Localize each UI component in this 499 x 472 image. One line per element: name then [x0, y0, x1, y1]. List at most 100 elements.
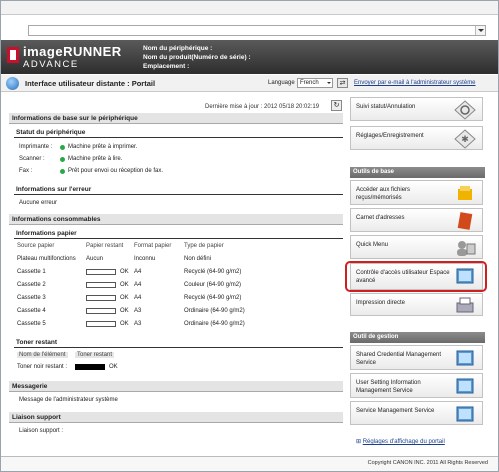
- user-setting-label: User Setting Information Management Serv…: [356, 380, 421, 394]
- email-admin-link[interactable]: Envoyer par e-mail à l'administrateur sy…: [354, 80, 476, 86]
- portal-settings-link-row[interactable]: ⊞ Réglages d'affichage du portail: [356, 438, 445, 445]
- paper-source: Cassette 4: [17, 308, 46, 314]
- shared-credential-label: Shared Credential Management Service: [356, 352, 442, 366]
- paper-source: Cassette 5: [17, 321, 46, 327]
- bullet-icon: ⊞: [356, 439, 362, 445]
- paper-source: Cassette 1: [17, 269, 46, 275]
- location-label: Emplacement :: [143, 63, 190, 70]
- paper-size: Inconnu: [134, 256, 156, 262]
- product-name-label: Nom du produit(Numéro de série) :: [143, 54, 251, 61]
- paper-type: Ordinaire (64-90 g/m2): [184, 321, 245, 327]
- paper-source: Cassette 2: [17, 282, 46, 288]
- paper-type: Non défini: [184, 256, 212, 262]
- paper-ok: OK: [120, 269, 129, 275]
- language-label: Language: [268, 80, 295, 86]
- messaging-section: Messagerie: [9, 381, 343, 392]
- paper-ok: OK: [120, 282, 129, 288]
- device-name-label: Nom du périphérique :: [143, 45, 213, 52]
- basic-info-section: Informations de base sur le périphérique: [9, 113, 343, 124]
- printer-icon: [456, 297, 474, 313]
- paper-size: A4: [134, 295, 142, 301]
- paper-source: Plateau multifonctions: [17, 256, 76, 262]
- paper-source: Cassette 3: [17, 295, 46, 301]
- paper-level-bar: [86, 295, 116, 301]
- paper-size: A3: [134, 321, 142, 327]
- paper-type: Couleur (64-90 g/m2): [184, 282, 242, 288]
- language-apply-button[interactable]: ⇄: [337, 78, 348, 88]
- paper-size: A3: [134, 308, 142, 314]
- quick-menu-label: Quick Menu: [356, 242, 389, 248]
- status-ok-icon: [60, 169, 65, 174]
- messaging-value: Message de l'administrateur système: [19, 397, 118, 403]
- window-toolbar: [1, 1, 498, 15]
- paper-size: A4: [134, 282, 142, 288]
- canon-logo-icon: [7, 47, 19, 63]
- shared-credential-button[interactable]: Shared Credential Management Service: [350, 345, 483, 370]
- settings-label: Réglages/Enregistrement: [356, 133, 424, 139]
- toner-name: Toner noir restant :: [17, 364, 68, 370]
- column-header: Source papier: [17, 243, 55, 249]
- paper-type: Ordinaire (64-90 g/m2): [184, 308, 245, 314]
- language-select[interactable]: French: [297, 78, 333, 88]
- settings-button[interactable]: Réglages/Enregistrement ✱: [350, 126, 483, 150]
- status-ok-icon: [60, 145, 65, 150]
- paper-remaining: Aucun: [86, 256, 104, 262]
- paper-level-bar: [86, 269, 116, 275]
- status-monitor-icon: [454, 100, 476, 120]
- url-dropdown[interactable]: [28, 25, 486, 36]
- direct-print-label: Impression directe: [356, 300, 406, 306]
- paper-ok: OK: [120, 321, 129, 327]
- brand-name: imageRUNNER: [23, 44, 122, 59]
- app-header: imageRUNNER ADVANCE Nom du périphérique …: [1, 40, 498, 74]
- page-title: Interface utilisateur distante : Portail: [25, 79, 156, 88]
- user-setting-button[interactable]: User Setting Information Management Serv…: [350, 373, 483, 398]
- column-header: Papier restant: [86, 243, 124, 249]
- paper-info-heading: Informations papier: [14, 229, 343, 239]
- paper-level-bar: [86, 321, 116, 327]
- column-header: Toner restant: [75, 352, 115, 358]
- service-window-icon: [456, 378, 474, 394]
- device-status-heading: Statut du périphérique: [14, 128, 343, 138]
- address-book-icon: [457, 212, 473, 230]
- title-bar: Interface utilisateur distante : Portail…: [1, 75, 498, 92]
- footer: Copyright CANON INC. 2011 All Rights Res…: [1, 456, 498, 471]
- paper-ok: OK: [120, 295, 129, 301]
- service-window-icon: [456, 350, 474, 366]
- quick-menu-icon: [457, 241, 476, 256]
- support-section: Liaison support: [9, 412, 343, 423]
- service-management-button[interactable]: Service Management Service: [350, 401, 483, 425]
- paper-size: A4: [134, 269, 142, 275]
- consumables-section: Informations consommables: [9, 214, 343, 225]
- status-label: Fax :: [19, 168, 33, 174]
- status-monitor-button[interactable]: Suivi statut/Annulation: [350, 97, 483, 121]
- copyright-text: Copyright CANON INC. 2011 All Rights Res…: [367, 460, 488, 466]
- status-monitor-label: Suivi statut/Annulation: [356, 104, 416, 110]
- address-book-button[interactable]: Carnet d'adresses: [350, 208, 483, 232]
- column-header: Nom de l'élément: [17, 352, 68, 358]
- last-update-text: Dernière mise à jour : 2012 05/18 20:02:…: [205, 104, 320, 110]
- status-label: Imprimante :: [19, 144, 53, 150]
- toner-level-bar: [75, 364, 105, 370]
- brand-subtitle: ADVANCE: [23, 59, 79, 70]
- received-files-label: Accéder aux fichiers reçus/mémorisés: [356, 187, 411, 201]
- received-files-button[interactable]: Accéder aux fichiers reçus/mémorisés: [350, 180, 483, 205]
- service-management-label: Service Management Service: [356, 408, 435, 414]
- paper-type: Recyclé (64-90 g/m2): [184, 269, 242, 275]
- quick-menu-button[interactable]: Quick Menu: [350, 235, 483, 259]
- portal-globe-icon: [6, 77, 19, 90]
- highlight-box: [345, 261, 487, 292]
- error-value: Aucune erreur: [19, 200, 58, 206]
- address-book-label: Carnet d'adresses: [356, 215, 405, 221]
- portal-settings-link[interactable]: Réglages d'affichage du portail: [363, 439, 445, 445]
- chevron-down-icon[interactable]: [475, 26, 485, 35]
- status-label: Scanner :: [19, 156, 45, 162]
- direct-print-button[interactable]: Impression directe: [350, 293, 483, 316]
- toner-heading: Toner restant: [14, 338, 343, 348]
- paper-ok: OK: [120, 308, 129, 314]
- basic-tools-heading: Outils de base: [350, 167, 485, 178]
- refresh-icon[interactable]: ↻: [331, 100, 342, 111]
- support-value: Liaison support :: [19, 428, 64, 434]
- toner-ok: OK: [109, 364, 118, 370]
- mgmt-tools-heading: Outil de gestion: [350, 332, 485, 343]
- status-value: Machine prête à lire.: [68, 156, 123, 162]
